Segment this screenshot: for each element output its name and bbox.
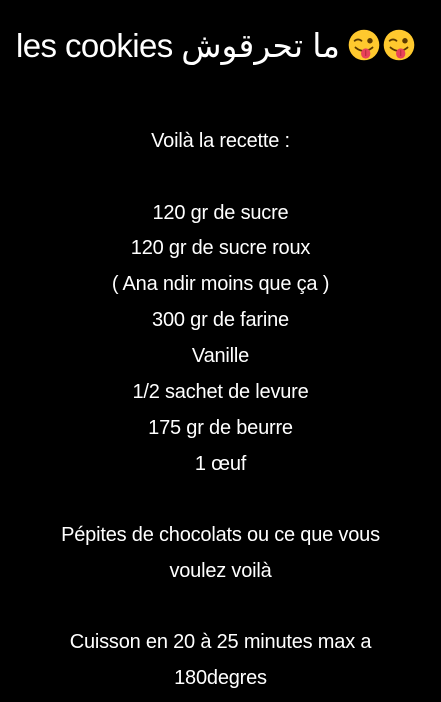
extras-text: Pépites de chocolats ou ce que vous (61, 524, 380, 546)
ingredient-note: ( Ana ndir moins que ça ) (111, 273, 330, 295)
ingredient-line: 175 gr de beurre (148, 417, 293, 439)
story-title: les cookies ما تحرقوش (16, 26, 341, 64)
ingredient-line: 1/2 sachet de levure (132, 381, 309, 403)
recipe-intro: Voilà la recette : (151, 130, 290, 152)
ingredient-line: Vanille (191, 345, 250, 367)
cooking-text: 180degres (174, 667, 267, 689)
ingredient-line: 300 gr de farine (152, 309, 289, 331)
ingredient-line: 120 gr de sucre roux (130, 237, 311, 259)
cooking-text: Cuisson en 20 à 25 minutes max a (69, 631, 372, 653)
ingredient-line: 120 gr de sucre (152, 202, 289, 224)
winking-face-with-tongue-icon (348, 29, 380, 61)
ingredient-line: 1 œuf (194, 453, 247, 475)
winking-face-with-tongue-icon (383, 29, 415, 61)
story-header: les cookies ما تحرقوش (16, 28, 436, 62)
story-canvas: les cookies ما تحرقوش Voilà la recette :… (0, 0, 441, 702)
emoji-group (347, 28, 416, 62)
extras-text: voulez voilà (169, 560, 272, 582)
